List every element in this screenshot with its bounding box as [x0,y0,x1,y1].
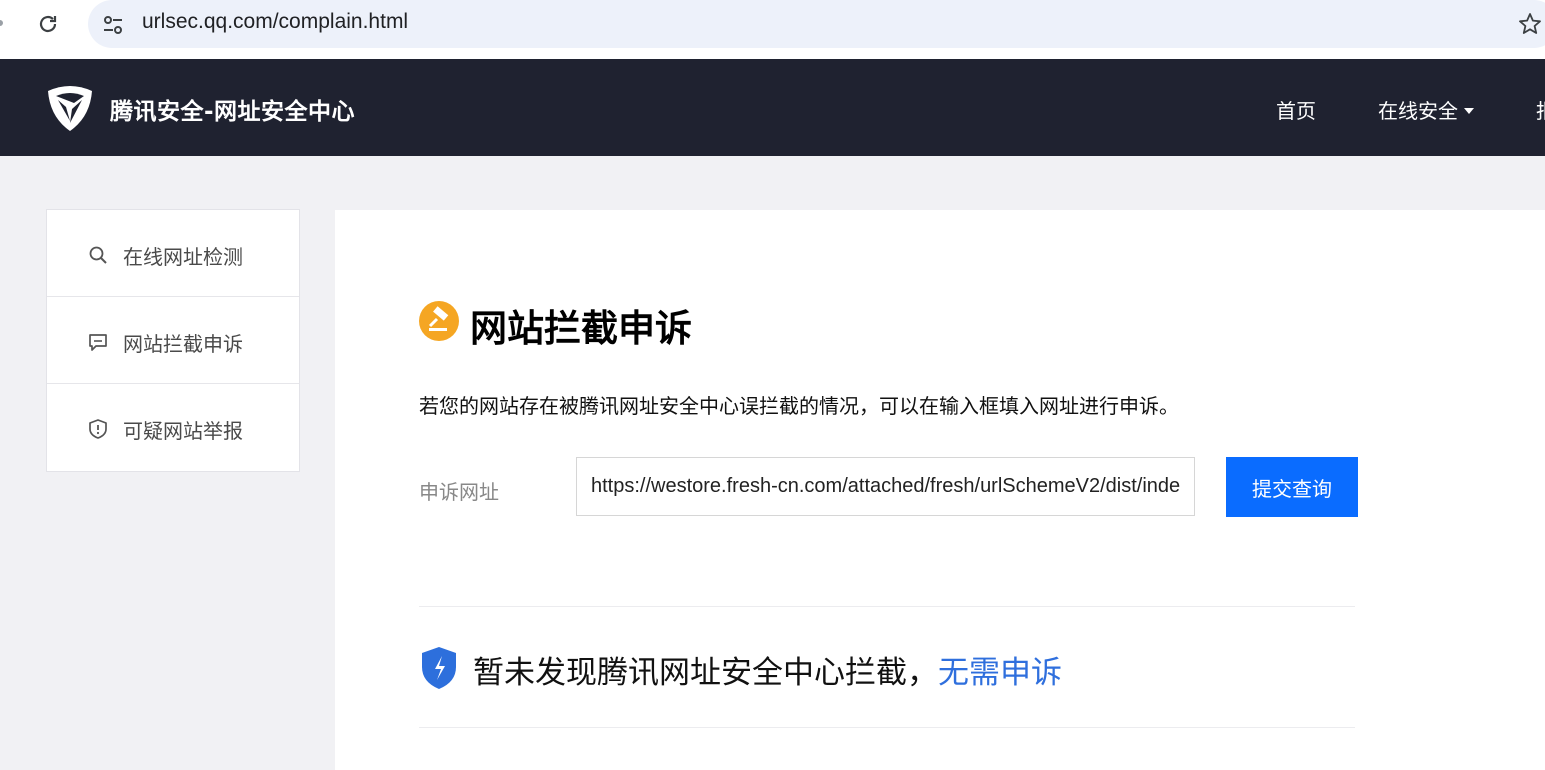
tencent-security-logo-icon[interactable] [44,83,96,133]
sidebar-item-report[interactable]: 可疑网站举报 [47,384,299,471]
back-button-edge[interactable] [0,20,3,26]
nav-online-security-label: 在线安全 [1378,99,1458,123]
complaint-url-input[interactable] [576,457,1195,516]
result-message: 暂未发现腾讯网址安全中心拦截，无需申诉 [473,647,1062,692]
submit-query-button[interactable]: 提交查询 [1226,457,1358,517]
nav-report-partial[interactable]: 报 [1536,95,1545,124]
browser-toolbar: urlsec.qq.com/complain.html [0,0,1545,59]
url-text[interactable]: urlsec.qq.com/complain.html [142,10,408,34]
page-description: 若您的网站存在被腾讯网址安全中心误拦截的情况，可以在输入框填入网址进行申诉。 [419,394,1179,418]
sidebar-item-url-check[interactable]: 在线网址检测 [47,210,299,297]
gavel-icon [419,301,459,341]
result-text: 暂未发现腾讯网址安全中心拦截， [473,655,938,691]
star-icon[interactable] [1517,11,1543,37]
sidebar-item-label: 网站拦截申诉 [123,332,243,356]
sidebar-item-label: 在线网址检测 [123,245,243,269]
chat-icon [89,334,107,351]
divider [419,606,1355,607]
search-icon [89,246,107,264]
caret-down-icon [1464,107,1474,114]
no-complaint-needed-link[interactable]: 无需申诉 [938,655,1062,691]
page-title: 网站拦截申诉 [470,307,692,350]
divider [419,727,1355,728]
sidebar-item-label: 可疑网站举报 [123,419,243,443]
main-panel: 网站拦截申诉 若您的网站存在被腾讯网址安全中心误拦截的情况，可以在输入框填入网址… [335,210,1545,770]
complaint-url-label: 申诉网址 [419,480,499,504]
reload-icon[interactable] [36,12,60,36]
nav-home[interactable]: 首页 [1276,95,1316,124]
site-header: 腾讯安全-网址安全中心 首页 在线安全 报 [0,59,1545,156]
sidebar-item-complaint[interactable]: 网站拦截申诉 [47,297,299,384]
site-logo-text[interactable]: 腾讯安全-网址安全中心 [110,92,355,126]
shield-icon [89,419,107,439]
sidebar: 在线网址检测 网站拦截申诉 可疑网站举报 [46,209,300,472]
nav-online-security[interactable]: 在线安全 [1378,95,1474,124]
site-info-icon[interactable] [100,12,126,38]
shield-check-icon [422,647,456,689]
